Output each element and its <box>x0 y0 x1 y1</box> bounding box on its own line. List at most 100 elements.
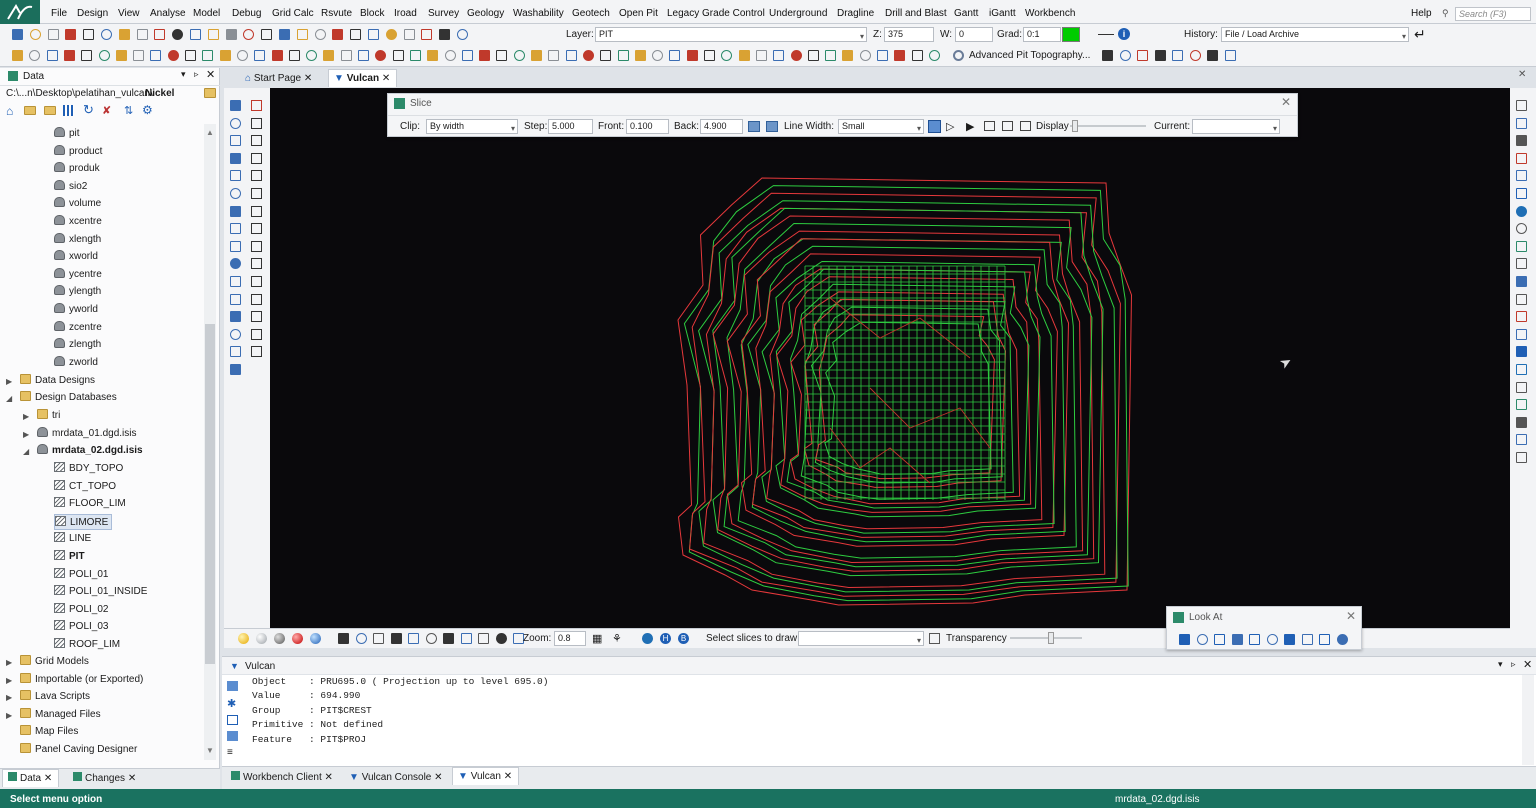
draw-tool-b-15-icon[interactable] <box>251 346 262 358</box>
tab-vulcan[interactable]: ▼ Vulcan ✕ <box>328 69 398 87</box>
edit-tool-21-icon[interactable] <box>358 50 369 61</box>
expand-icon[interactable]: ▶ <box>6 693 12 702</box>
draw-tool-b-8-icon[interactable] <box>251 223 262 235</box>
look-at-direction-6-icon[interactable] <box>1266 634 1278 645</box>
tree-field-zlength[interactable]: zlength <box>54 337 101 353</box>
console-expand-icon[interactable] <box>227 681 238 691</box>
menu-rsvute[interactable]: Rsvute <box>321 8 352 19</box>
zoom-fit-icon[interactable]: ▦ <box>592 632 602 645</box>
view-tool-6-icon[interactable] <box>1516 188 1527 199</box>
tab-vulcan-console[interactable]: ▼ Vulcan Console ✕ <box>344 769 449 787</box>
edit-tool-39-icon[interactable] <box>669 50 681 61</box>
extra-tool-5-icon[interactable] <box>1172 50 1183 61</box>
draw-tool-b-11-icon[interactable] <box>251 276 262 287</box>
view-tool-17-icon[interactable] <box>1516 381 1527 393</box>
3d-viewport[interactable]: ➤ <box>270 88 1510 628</box>
tree-layer-roof-lim[interactable]: ROOF_LIM <box>54 637 120 653</box>
view-tool-1-icon[interactable] <box>1516 100 1527 111</box>
slice-stack-icon[interactable] <box>1002 121 1013 131</box>
sphere-yellow-icon[interactable] <box>238 633 249 644</box>
menu-analyse[interactable]: Analyse <box>150 8 186 19</box>
console-print-icon[interactable] <box>227 731 238 741</box>
menu-geology[interactable]: Geology <box>467 8 504 19</box>
collapse-icon[interactable]: ◢ <box>23 447 29 456</box>
look-at-direction-2-icon[interactable] <box>1196 634 1208 645</box>
expand-icon[interactable]: ▶ <box>23 412 29 421</box>
edit-tool-32-icon[interactable] <box>548 50 560 61</box>
close-icon[interactable]: ✕ <box>304 73 312 84</box>
tree-field-xcentre[interactable]: xcentre <box>54 214 102 230</box>
pin-icon[interactable]: ▹ <box>194 69 199 80</box>
menu-dragline[interactable]: Dragline <box>837 8 874 19</box>
expand-icon[interactable]: ▶ <box>6 377 12 386</box>
tree-field-volume[interactable]: volume <box>54 196 101 212</box>
menu-legacy-grade-control[interactable]: Legacy Grade Control <box>667 8 765 19</box>
tab-list-icon[interactable]: ✕ <box>1518 69 1526 80</box>
filter-icon[interactable]: ✘ <box>102 104 111 117</box>
edit-tool-28-icon[interactable] <box>479 50 491 61</box>
draw-tool-a-8-icon[interactable] <box>230 223 241 235</box>
edit-tool-48-icon[interactable] <box>825 50 837 61</box>
close-icon[interactable]: ✕ <box>434 772 442 783</box>
view-tool-2-icon[interactable] <box>1516 117 1527 129</box>
view-tool-20-icon[interactable] <box>1516 434 1527 446</box>
menu-block[interactable]: Block <box>360 8 384 19</box>
edit-tool-47-icon[interactable] <box>807 50 819 61</box>
edit-tool-1-icon[interactable] <box>12 50 23 61</box>
toolbar-tool-16-icon[interactable] <box>279 29 290 40</box>
zoom-window-icon[interactable]: ⚘ <box>612 632 622 645</box>
draw-tool-b-6-icon[interactable] <box>251 188 262 199</box>
edit-tool-23-icon[interactable] <box>392 50 404 61</box>
extra-tool-8-icon[interactable] <box>1224 50 1236 61</box>
draw-tool-a-5-icon[interactable] <box>230 170 241 182</box>
view-tool-14-icon[interactable] <box>1516 328 1527 340</box>
history-select[interactable]: File / Load Archive ▾ <box>1221 27 1409 42</box>
menu-view[interactable]: View <box>118 8 140 19</box>
tab-data[interactable]: Data ✕ <box>2 769 60 787</box>
search-input[interactable]: Search (F3) <box>1455 7 1531 21</box>
edit-tool-20-icon[interactable] <box>340 50 352 61</box>
close-icon[interactable]: ✕ <box>206 68 215 81</box>
view-tool-9-icon[interactable] <box>1516 240 1527 252</box>
view-op-5-icon[interactable] <box>408 633 419 644</box>
close-icon[interactable]: ✕ <box>325 772 333 783</box>
draw-tool-a-10-icon[interactable] <box>230 258 241 270</box>
draw-tool-b-7-icon[interactable] <box>251 205 262 217</box>
tree-field-sio2[interactable]: sio2 <box>54 179 87 195</box>
menu-survey[interactable]: Survey <box>428 8 459 19</box>
draw-tool-b-3-icon[interactable] <box>251 135 262 147</box>
view-op-7-icon[interactable] <box>443 633 454 644</box>
info-icon[interactable]: i <box>1118 28 1130 40</box>
edit-tool-51-icon[interactable] <box>877 50 888 61</box>
edit-tool-50-icon[interactable] <box>859 50 871 61</box>
close-icon[interactable]: ✕ <box>1281 95 1291 109</box>
pick-back-icon[interactable] <box>766 121 778 132</box>
edit-tool-53-icon[interactable] <box>911 50 923 61</box>
edit-tool-10-icon[interactable] <box>167 50 179 61</box>
look-at-direction-8-icon[interactable] <box>1301 634 1313 645</box>
step-input[interactable]: 5.000 <box>548 119 593 134</box>
draw-tool-b-13-icon[interactable] <box>251 311 262 323</box>
tree-managed-files[interactable]: Managed Files <box>20 707 101 723</box>
tree-field-produk[interactable]: produk <box>54 161 100 177</box>
console-clear-icon[interactable]: ≡ <box>227 747 233 758</box>
edit-tool-37-icon[interactable] <box>634 50 646 61</box>
tree-grid-models[interactable]: Grid Models <box>20 654 89 670</box>
tab-changes[interactable]: Changes ✕ <box>68 770 142 788</box>
menu-geotech[interactable]: Geotech <box>572 8 610 19</box>
edit-tool-3-icon[interactable] <box>46 50 58 61</box>
edit-tool-2-icon[interactable] <box>29 50 41 61</box>
tree-layer-poli-01[interactable]: POLI_01 <box>54 567 108 583</box>
tree-db-mrdata-02[interactable]: mrdata_02.dgd.isis <box>37 443 143 459</box>
toolbar-tool-19-icon[interactable] <box>332 29 344 40</box>
look-at-direction-5-icon[interactable] <box>1249 634 1260 645</box>
edit-tool-24-icon[interactable] <box>409 50 421 61</box>
toolbar-tool-20-icon[interactable] <box>350 29 362 40</box>
toolbar-tool-12-icon[interactable] <box>207 29 219 40</box>
draw-tool-a-11-icon[interactable] <box>230 276 241 287</box>
menu-model[interactable]: Model <box>193 8 220 19</box>
home-icon[interactable]: ⌂ <box>6 104 13 118</box>
toolbar-tool-18-icon[interactable] <box>314 29 326 40</box>
tree-field-product[interactable]: product <box>54 144 102 160</box>
menu-design[interactable]: Design <box>77 8 108 19</box>
